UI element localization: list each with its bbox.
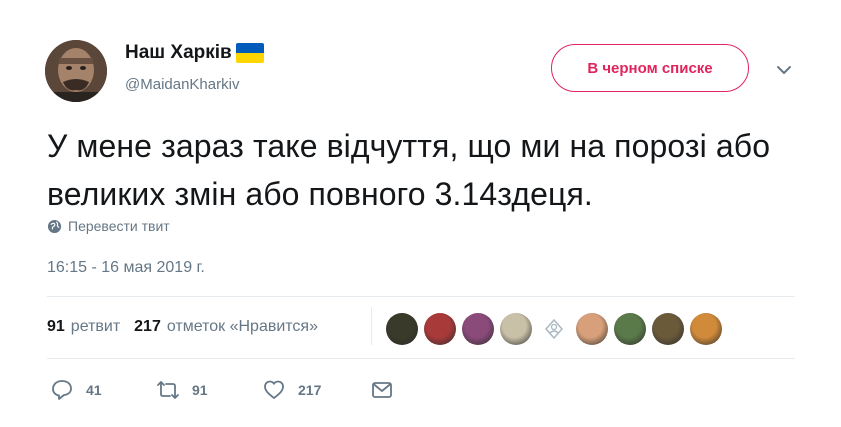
tweet-stats: 91 ретвит 217 отметок «Нравится»: [47, 318, 332, 336]
avatar-tiger-9[interactable]: [690, 313, 722, 345]
globe-icon: [47, 219, 62, 233]
tweet-timestamp[interactable]: 16:15 - 16 мая 2019 г.: [47, 259, 205, 277]
likes-label: отметок «Нравится»: [166, 318, 318, 335]
avatar-face-6[interactable]: [576, 313, 608, 345]
heart-icon: [264, 380, 284, 399]
direct-message-action[interactable]: [370, 378, 394, 402]
avatar-plant-7[interactable]: [614, 313, 646, 345]
retweet-action[interactable]: 91: [156, 378, 262, 402]
retweet-count: 91: [192, 382, 208, 398]
likes-stat[interactable]: 217 отметок «Нравится»: [134, 318, 318, 336]
like-count: 217: [298, 382, 322, 398]
like-action[interactable]: 217: [262, 378, 370, 402]
reply-count: 41: [86, 382, 102, 398]
reply-icon: [52, 380, 72, 400]
avatar-group-8[interactable]: [652, 313, 684, 345]
chevron-down-icon[interactable]: [774, 60, 794, 80]
avatar-photo: [45, 40, 107, 102]
avatar-person-4[interactable]: [500, 313, 532, 345]
avatar-purple-3[interactable]: [462, 313, 494, 345]
translate-label: Перевести твит: [68, 218, 170, 234]
avatar-default-5[interactable]: [538, 313, 570, 345]
retweets-label: ретвит: [70, 318, 121, 335]
retweet-icon: [157, 381, 179, 399]
tweet-actions: 41 91 217: [50, 378, 394, 402]
likes-count: 217: [134, 318, 161, 335]
flag-blue-stripe: [235, 43, 264, 53]
envelope-icon: [372, 382, 392, 398]
stats-separator: [371, 307, 372, 345]
divider-bottom: [47, 358, 795, 359]
flag-yellow-stripe: [235, 53, 264, 63]
name-row: Наш Харків: [125, 42, 264, 64]
tweet-text: У мене зараз таке відчуття, що ми на пор…: [47, 128, 771, 212]
liker-avatars: [386, 313, 728, 345]
ukraine-flag-icon: [235, 43, 264, 63]
divider-top: [47, 296, 795, 297]
blocked-button[interactable]: В черном списке: [551, 44, 749, 92]
user-handle[interactable]: @MaidanKharkiv: [125, 76, 239, 93]
retweets-count: 91: [47, 318, 65, 335]
avatar-red-2[interactable]: [424, 313, 456, 345]
avatar-dark-1[interactable]: [386, 313, 418, 345]
profile-avatar[interactable]: [45, 40, 107, 102]
display-name[interactable]: Наш Харків: [125, 42, 232, 64]
reply-action[interactable]: 41: [50, 378, 156, 402]
retweets-stat[interactable]: 91 ретвит: [47, 318, 120, 336]
translate-link[interactable]: Перевести твит: [47, 218, 170, 234]
